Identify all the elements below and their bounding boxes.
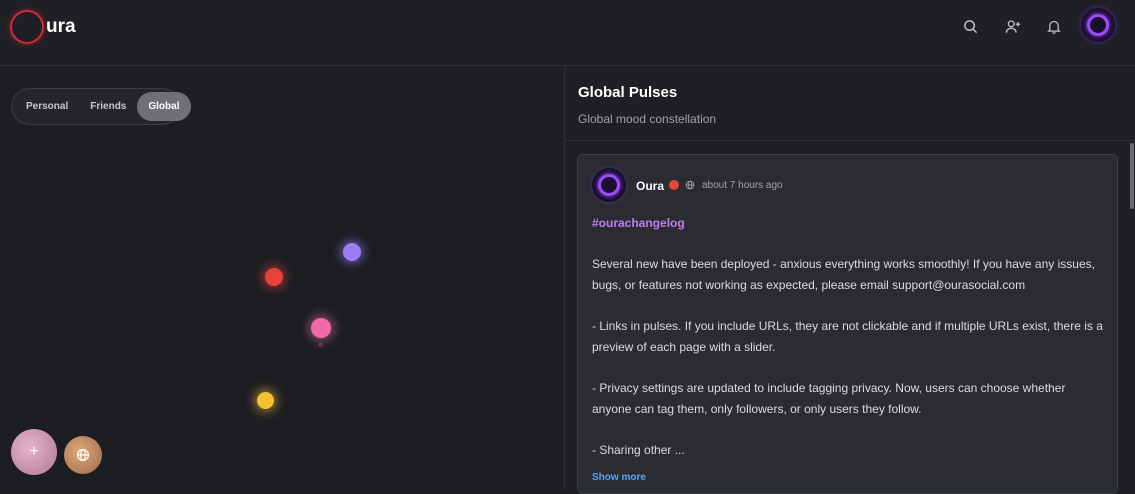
mood-dot[interactable] — [265, 268, 283, 286]
mood-dot-trail — [318, 342, 323, 347]
globe-icon — [76, 448, 90, 462]
logo-text: ura — [46, 16, 76, 37]
top-header: ura — [0, 0, 1135, 66]
plus-icon: + — [29, 443, 39, 460]
new-pulse-button[interactable]: + — [11, 429, 57, 475]
panel-divider — [565, 140, 1135, 141]
mood-dot[interactable] — [311, 318, 331, 338]
post-paragraph: Several new have been deployed - anxious… — [592, 257, 1095, 292]
mood-indicator — [669, 180, 679, 190]
post-paragraph: - Sharing other ... — [592, 443, 685, 457]
profile-avatar-button[interactable] — [1081, 8, 1115, 42]
panel-subtitle: Global mood constellation — [578, 112, 717, 126]
pulses-panel: Global Pulses Global mood constellation … — [564, 66, 1135, 494]
feed-scrollbar[interactable] — [1129, 141, 1135, 490]
view-toggle: Personal Friends Global — [11, 88, 191, 125]
avatar-ring-icon — [598, 174, 620, 196]
pulse-card[interactable]: Oura about 7 hours ago #ourachangelog Se… — [577, 154, 1118, 494]
globe-icon — [685, 180, 695, 190]
constellation-view[interactable]: Personal Friends Global — [0, 66, 564, 490]
mood-dot[interactable] — [257, 392, 274, 409]
post-timestamp: about 7 hours ago — [702, 180, 783, 191]
search-icon[interactable] — [961, 17, 979, 35]
bell-icon[interactable] — [1045, 17, 1063, 35]
toggle-personal[interactable]: Personal — [15, 92, 79, 121]
globe-button[interactable] — [64, 436, 102, 474]
post-body: Several new have been deployed - anxious… — [592, 254, 1107, 481]
post-paragraph: - Links in pulses. If you include URLs, … — [592, 319, 1103, 354]
author-avatar[interactable] — [592, 168, 626, 202]
scrollbar-thumb[interactable] — [1130, 143, 1134, 209]
author-name[interactable]: Oura — [636, 179, 664, 193]
hashtag-link[interactable]: #ourachangelog — [592, 216, 685, 230]
mood-dot[interactable] — [343, 243, 361, 261]
toggle-global[interactable]: Global — [137, 92, 191, 121]
logo-ring-icon — [10, 10, 44, 44]
avatar-ring-icon — [1087, 14, 1109, 36]
panel-title: Global Pulses — [578, 84, 678, 101]
toggle-friends[interactable]: Friends — [79, 92, 137, 121]
app-logo[interactable]: ura — [10, 9, 76, 45]
post-paragraph: - Privacy settings are updated to includ… — [592, 381, 1066, 416]
show-more-link[interactable]: Show more — [592, 472, 646, 483]
add-user-icon[interactable] — [1004, 17, 1022, 35]
